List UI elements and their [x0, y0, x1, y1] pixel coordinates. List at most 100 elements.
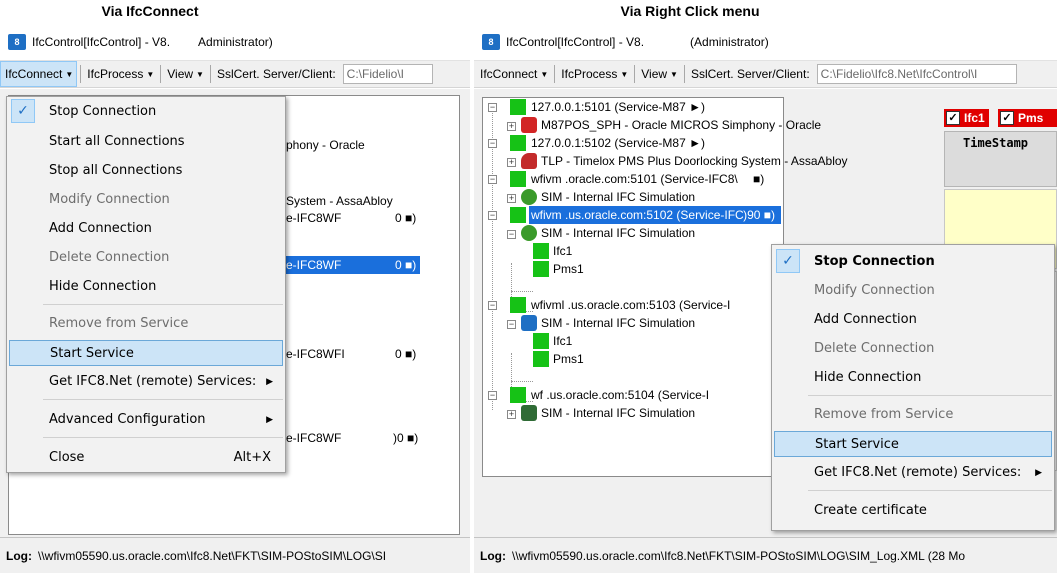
collapse-icon[interactable]: −: [488, 175, 497, 184]
sslcert-label: SslCert. Server/Client:: [216, 67, 336, 81]
log-path: \\wfivm05590.us.oracle.com\Ifc8.Net\FKT\…: [512, 548, 966, 563]
menu-modify-connection: Modify Connection: [814, 283, 935, 298]
menu-view[interactable]: View ▼: [164, 61, 207, 87]
collapse-icon[interactable]: −: [488, 211, 497, 220]
tree-node-connection[interactable]: wfivml .us.oracle.com:5103 (Service-I: [531, 296, 730, 314]
menu-close[interactable]: Close Alt+X: [7, 445, 285, 471]
status-green-icon: [533, 351, 549, 367]
menu-remove-from-service: Remove from Service: [49, 316, 189, 331]
menu-get-remote-services[interactable]: Get IFC8.Net (remote) Services: ▶: [7, 369, 285, 395]
expand-icon[interactable]: +: [507, 194, 516, 203]
peek-text: e-IFC8WFI: [286, 347, 345, 361]
status-green-icon: [510, 297, 526, 313]
peek-value: 0 ■): [395, 258, 417, 272]
menu-start-service[interactable]: Start Service: [774, 431, 1052, 457]
log-label: Log:: [6, 548, 32, 563]
collapse-icon[interactable]: −: [507, 320, 516, 329]
tree-node-interface[interactable]: SIM - Internal IFC Simulation: [541, 188, 695, 206]
tree-node-connection[interactable]: 127.0.0.1:5101 (Service-M87 ►): [531, 98, 705, 116]
status-green-icon: [510, 99, 526, 115]
ifc8-icon: [521, 315, 537, 331]
left-menubar: IfcConnect ▼ IfcProcess ▼ View ▼ SslCert. S…: [0, 60, 470, 88]
menu-get-remote-services[interactable]: Get IFC8.Net (remote) Services: ▶: [772, 460, 1054, 486]
menu-delete-connection: Delete Connection: [49, 250, 170, 265]
menu-stop-connection[interactable]: Stop Connection: [772, 249, 1054, 275]
menu-view[interactable]: View ▼: [638, 61, 681, 87]
menu-ifcprocess[interactable]: IfcProcess ▼: [84, 61, 157, 87]
submenu-arrow-icon: ▶: [266, 415, 273, 425]
expand-icon[interactable]: +: [507, 410, 516, 419]
tree-node-interface[interactable]: M87POS_SPH - Oracle MICROS Simphony - Or…: [541, 116, 821, 134]
app-icon: 8: [8, 34, 26, 50]
collapse-icon[interactable]: −: [488, 103, 497, 112]
menu-delete-connection: Delete Connection: [814, 341, 935, 356]
tree-node-connection[interactable]: 127.0.0.1:5102 (Service-M87 ►): [531, 134, 705, 152]
window-title: IfcControl[IfcControl] - V8.: [32, 35, 171, 49]
peek-value: 0 ■): [395, 211, 417, 225]
menu-add-connection[interactable]: Add Connection: [7, 216, 285, 242]
menu-add-connection[interactable]: Add Connection: [772, 307, 1054, 333]
sslcert-label: SslCert. Server/Client:: [690, 67, 810, 81]
status-green-icon: [510, 207, 526, 223]
tree-node-connection[interactable]: wfivm .oracle.com:5101 (Service-IFC8\: [531, 170, 738, 188]
tree-node-leaf[interactable]: Ifc1: [553, 332, 572, 350]
peek-value: )0 ■): [393, 431, 419, 445]
tree-node-connection[interactable]: wf .us.oracle.com:5104 (Service-I: [531, 386, 709, 404]
menu-ifcprocess[interactable]: IfcProcess ▼: [558, 61, 631, 87]
expand-icon[interactable]: +: [507, 122, 516, 131]
log-path: \\wfivm05590.us.oracle.com\Ifc8.Net\FKT\…: [38, 548, 387, 563]
tree-node-leaf[interactable]: Pms1: [553, 260, 584, 278]
expand-icon[interactable]: +: [507, 158, 516, 167]
collapse-icon[interactable]: −: [488, 139, 497, 148]
peek-value: 0 ■): [395, 347, 417, 361]
tree-node-leaf[interactable]: Pms1: [553, 350, 584, 368]
menu-hide-connection[interactable]: Hide Connection: [772, 365, 1054, 391]
doorlock-icon: [521, 153, 537, 169]
right-titlebar: 8 IfcControl[IfcControl] - V8. (Administ…: [474, 24, 1057, 60]
tree-node-leaf[interactable]: Ifc1: [553, 242, 572, 260]
filter-checkbox-ifc1[interactable]: ✓ Ifc1: [944, 109, 989, 127]
menu-create-certificate[interactable]: Create certificate: [772, 498, 1054, 524]
submenu-arrow-icon: ▶: [1035, 468, 1042, 478]
status-green-icon: [533, 243, 549, 259]
menu-stop-connection[interactable]: Stop Connection: [7, 99, 285, 125]
window-title-suffix: Administrator): [198, 35, 273, 49]
menu-stop-all-connections[interactable]: Stop all Connections: [7, 158, 285, 184]
tree-node-interface[interactable]: SIM - Internal IFC Simulation: [541, 314, 695, 332]
tree-node-interface[interactable]: SIM - Internal IFC Simulation: [541, 404, 695, 422]
tree-node-interface[interactable]: SIM - Internal IFC Simulation: [541, 224, 695, 242]
peek-text: System - AssaAbloy: [286, 194, 393, 208]
cert-path-field[interactable]: C:\Fidelio\Ifc8.Net\IfcControl\I: [816, 64, 1017, 84]
cert-path-field[interactable]: C:\Fidelio\I: [342, 64, 433, 84]
status-green-icon: [510, 135, 526, 151]
ifcconnect-dropdown: ✓ Stop Connection Start all Connections …: [6, 96, 286, 473]
window-title: IfcControl[IfcControl] - V8.: [506, 35, 645, 49]
connection-tree[interactable]: − 127.0.0.1:5101 (Service-M87 ►) + M87PO…: [482, 97, 848, 477]
simulation-icon: [521, 189, 537, 205]
tree-node-interface[interactable]: TLP - Timelox PMS Plus Doorlocking Syste…: [541, 152, 848, 170]
status-green-icon: [533, 333, 549, 349]
menu-hide-connection[interactable]: Hide Connection: [7, 274, 285, 300]
status-green-icon: [510, 171, 526, 187]
caption-left: Via IfcConnect: [101, 3, 199, 19]
filter-checkbox-pms[interactable]: ✓ Pms: [998, 109, 1057, 127]
status-green-icon: [510, 387, 526, 403]
timestamp-header: TimeStamp: [944, 131, 1057, 187]
tree-node-status: ■): [753, 172, 765, 186]
tree-node-connection-selected[interactable]: wfivm .us.oracle.com:5102 (Service-IFC)9…: [529, 206, 781, 224]
tree-node-status: )90 ■): [743, 208, 775, 222]
collapse-icon[interactable]: −: [488, 301, 497, 310]
menu-advanced-configuration[interactable]: Advanced Configuration ▶: [7, 407, 285, 433]
menu-start-service[interactable]: Start Service: [9, 340, 283, 366]
collapse-icon[interactable]: −: [488, 391, 497, 400]
menu-modify-connection: Modify Connection: [49, 192, 170, 207]
menu-ifcconnect[interactable]: IfcConnect ▼: [0, 61, 78, 87]
right-logbar: Log: \\wfivm05590.us.oracle.com\Ifc8.Net…: [474, 537, 1057, 573]
menu-ifcconnect[interactable]: IfcConnect ▼: [474, 61, 551, 87]
peek-text: e-IFC8WF: [286, 211, 342, 225]
app-icon: 8: [482, 34, 500, 50]
left-titlebar: 8 IfcControl[IfcControl] - V8. Administr…: [0, 24, 470, 60]
menu-start-all-connections[interactable]: Start all Connections: [7, 129, 285, 155]
connection-context-menu: ✓ Stop Connection Modify Connection Add …: [771, 244, 1055, 531]
collapse-icon[interactable]: −: [507, 230, 516, 239]
